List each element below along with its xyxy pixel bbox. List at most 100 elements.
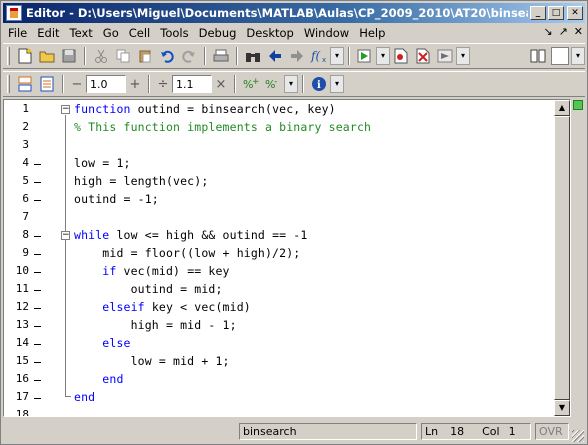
resize-grip[interactable] xyxy=(572,430,584,442)
code-line[interactable]: elseif key < vec(mid) xyxy=(74,300,251,314)
breakpoint-marker[interactable] xyxy=(34,164,41,165)
maximize-button[interactable]: □ xyxy=(548,6,564,20)
code-editor[interactable]: 1 2 3 4 5 6 7 8 9 10 11 12 13 14 15 16 17 18 − − function… xyxy=(3,99,571,417)
breakpoint-marker[interactable] xyxy=(34,290,41,291)
breakpoint-marker[interactable] xyxy=(34,182,41,183)
col-label: Col xyxy=(482,425,500,438)
code-line[interactable]: end xyxy=(74,390,95,404)
help-info-icon[interactable]: i xyxy=(309,74,329,94)
print-icon[interactable] xyxy=(211,46,231,66)
code-line[interactable]: outind = mid; xyxy=(74,282,223,296)
breakpoint-marker[interactable] xyxy=(34,398,41,399)
clear-breakpoints-icon[interactable] xyxy=(413,46,433,66)
breakpoint-marker[interactable] xyxy=(34,254,41,255)
function-browser-icon[interactable]: f(x xyxy=(309,46,329,66)
code-line[interactable]: high = mid - 1; xyxy=(74,318,237,332)
menu-tools[interactable]: Tools xyxy=(155,26,193,40)
find-icon[interactable] xyxy=(243,46,263,66)
menu-text[interactable]: Text xyxy=(65,26,98,40)
code-line[interactable]: while low <= high && outind == -1 xyxy=(74,228,307,242)
cell-value-input-2[interactable] xyxy=(172,75,212,93)
fold-toggle-function[interactable]: − xyxy=(61,105,70,114)
breakpoint-marker[interactable] xyxy=(34,344,41,345)
run-dropdown[interactable]: ▾ xyxy=(376,47,390,65)
help-dropdown[interactable]: ▾ xyxy=(330,75,344,93)
evaluate-cell-icon[interactable] xyxy=(37,74,57,94)
dock-icon[interactable]: ↗ xyxy=(559,25,568,38)
breakpoint-marker[interactable] xyxy=(34,308,41,309)
code-line[interactable]: function outind = binsearch(vec, key) xyxy=(74,102,336,116)
function-dropdown[interactable]: ▾ xyxy=(330,47,344,65)
debug-step-icon[interactable] xyxy=(435,46,455,66)
title-bar[interactable]: Editor - D:\Users\Miguel\Documents\MATLA… xyxy=(3,3,585,23)
save-icon[interactable] xyxy=(59,46,79,66)
cut-icon[interactable] xyxy=(91,46,111,66)
comment-percent-icon[interactable]: % + xyxy=(241,74,261,94)
breakpoint-marker[interactable] xyxy=(34,236,41,237)
go-forward-icon[interactable] xyxy=(287,46,307,66)
layout-split-icon[interactable] xyxy=(528,46,548,66)
comment-dropdown[interactable]: ▾ xyxy=(284,75,298,93)
decrement-icon[interactable]: − xyxy=(68,77,86,92)
scroll-up-button[interactable]: ▲ xyxy=(554,100,570,116)
menu-file[interactable]: File xyxy=(3,26,32,40)
minimize-button[interactable]: _ xyxy=(530,6,546,20)
code-line[interactable]: outind = -1; xyxy=(74,192,159,206)
toolbar-grip[interactable] xyxy=(7,47,10,65)
uncomment-percent-icon[interactable]: % - xyxy=(263,74,283,94)
menu-edit[interactable]: Edit xyxy=(32,26,64,40)
new-file-icon[interactable] xyxy=(15,46,35,66)
undo-icon[interactable] xyxy=(157,46,177,66)
cell-value-input-1[interactable] xyxy=(86,75,126,93)
code-analyzer-status-icon[interactable] xyxy=(573,100,583,110)
copy-icon[interactable] xyxy=(113,46,133,66)
code-line[interactable]: low = mid + 1; xyxy=(74,354,230,368)
line-number: 5 xyxy=(22,174,29,187)
toolbar-grip[interactable] xyxy=(7,75,10,93)
toolbar-separator xyxy=(348,47,350,65)
code-line[interactable]: % This function implements a binary sear… xyxy=(74,120,371,134)
stack-dropdown[interactable]: ▾ xyxy=(456,47,470,65)
scroll-down-button[interactable]: ▼ xyxy=(554,400,570,416)
breakpoint-marker[interactable] xyxy=(34,200,41,201)
breakpoint-marker[interactable] xyxy=(34,380,41,381)
code-line[interactable]: else xyxy=(74,336,131,350)
menu-go[interactable]: Go xyxy=(98,26,124,40)
code-line[interactable]: if vec(mid) == key xyxy=(74,264,230,278)
set-breakpoint-icon[interactable] xyxy=(391,46,411,66)
code-line[interactable]: end xyxy=(74,372,124,386)
paste-icon[interactable] xyxy=(135,46,155,66)
code-area[interactable]: function outind = binsearch(vec, key) % T… xyxy=(74,100,554,416)
code-line[interactable]: low = 1; xyxy=(74,156,131,170)
run-icon[interactable] xyxy=(355,46,375,66)
breakpoint-marker[interactable] xyxy=(34,362,41,363)
insert-cell-icon[interactable] xyxy=(15,74,35,94)
redo-icon[interactable] xyxy=(179,46,199,66)
close-button[interactable]: ✕ xyxy=(567,6,583,20)
fold-toggle-while[interactable]: − xyxy=(61,231,70,240)
menu-debug[interactable]: Debug xyxy=(194,26,242,40)
close-doc-icon[interactable]: ✕ xyxy=(574,25,583,38)
undock-icon[interactable]: ↘ xyxy=(543,25,552,38)
document-layout-box[interactable] xyxy=(551,47,569,65)
breakpoint-marker[interactable] xyxy=(34,326,41,327)
menu-window[interactable]: Window xyxy=(299,26,354,40)
menu-help[interactable]: Help xyxy=(354,26,390,40)
code-line[interactable]: high = length(vec); xyxy=(74,174,208,188)
breakpoint-marker[interactable] xyxy=(34,272,41,273)
multiply-icon[interactable]: × xyxy=(212,77,230,92)
code-line[interactable]: mid = floor((low + high)/2); xyxy=(74,246,300,260)
line-number: 17 xyxy=(15,390,29,403)
increment-icon[interactable]: + xyxy=(126,77,144,92)
vertical-scrollbar[interactable]: ▲ ▼ xyxy=(554,100,570,416)
menu-desktop[interactable]: Desktop xyxy=(241,26,298,40)
open-folder-icon[interactable] xyxy=(37,46,57,66)
go-back-icon[interactable] xyxy=(265,46,285,66)
divide-icon[interactable]: ÷ xyxy=(154,77,172,92)
menu-right-controls: ↘ ↗ ✕ xyxy=(543,25,583,38)
layout-dropdown[interactable]: ▾ xyxy=(571,47,585,65)
scroll-thumb[interactable] xyxy=(554,116,570,400)
keyword-token: if xyxy=(102,264,117,278)
menu-cell[interactable]: Cell xyxy=(124,26,156,40)
svg-text:+: + xyxy=(252,77,260,87)
